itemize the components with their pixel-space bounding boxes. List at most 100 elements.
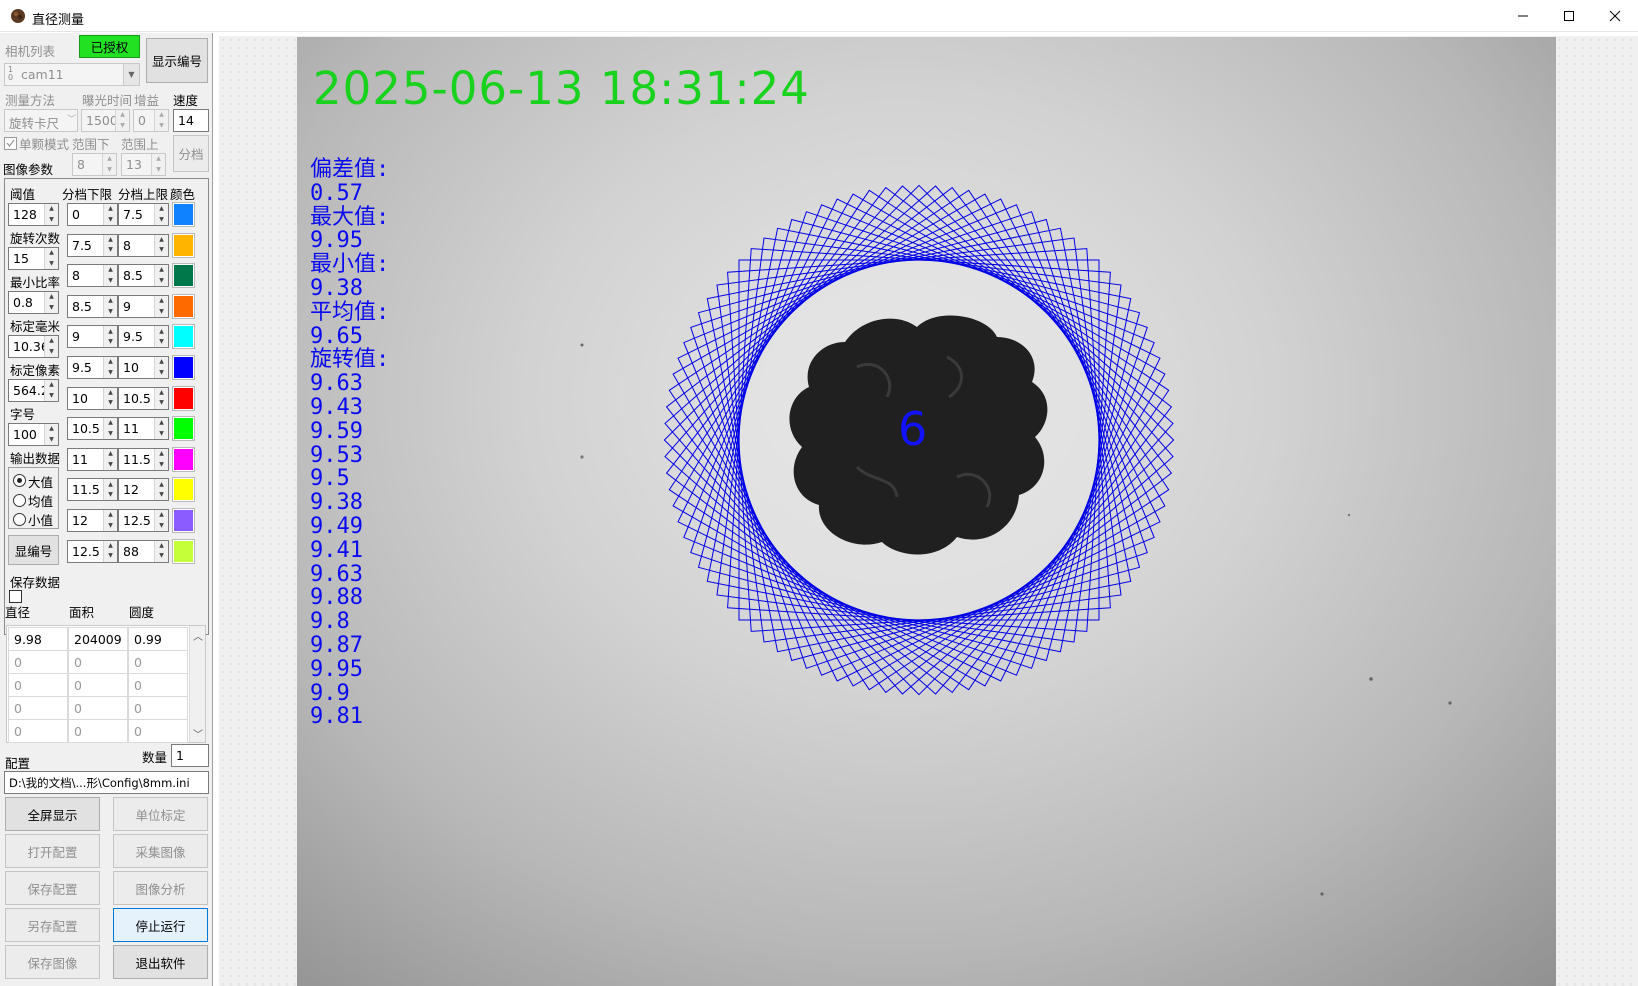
grade-color-swatch[interactable] [172,355,195,380]
exit-button[interactable]: 退出软件 [113,945,208,979]
min-ratio-input[interactable]: 0.8 ▲ ▼ [8,291,59,314]
range-low-spinner[interactable]: ▲ ▼ [102,154,116,175]
grade-lower-input-spinner[interactable]: ▲ ▼ [103,326,117,348]
camera-image[interactable] [297,37,1556,986]
grade-lower-input[interactable]: 8 ▲ ▼ [67,264,118,288]
single-mode-checkbox[interactable] [4,137,17,150]
capture-image-button[interactable]: 采集图像 [113,834,208,868]
result-cell[interactable]: 0 [68,650,128,674]
calib-px-input[interactable]: 564.2 ▲ ▼ [8,379,59,402]
grade-color-swatch[interactable] [172,508,195,533]
grade-lower-input[interactable]: 11 ▲ ▼ [67,447,118,471]
grade-lower-input[interactable]: 10.5 ▲ ▼ [67,417,118,441]
grade-upper-input[interactable]: 12 ▲ ▼ [118,478,169,502]
unit-calibration-button[interactable]: 单位标定 [113,797,208,831]
scroll-down-icon[interactable]: ﹀ [193,726,203,741]
result-cell[interactable]: 204009 [68,627,128,651]
grade-lower-input-spinner[interactable]: ▲ ▼ [103,387,117,409]
result-cell[interactable]: 0 [128,673,188,697]
grade-upper-input[interactable]: 12.5 ▲ ▼ [118,509,169,532]
exposure-input[interactable]: 1500 ▲ ▼ [81,109,130,132]
save-image-button[interactable]: 保存图像 [5,945,100,979]
grade-lower-input[interactable]: 7.5 ▲ ▼ [67,233,118,257]
radio-avg[interactable] [13,494,26,507]
font-size-input[interactable]: 100 ▲ ▼ [8,423,59,446]
radio-max[interactable] [13,474,26,487]
grade-upper-input-spinner[interactable]: ▲ ▼ [154,387,168,409]
grade-lower-input[interactable]: 8.5 ▲ ▼ [67,294,118,318]
stop-run-button[interactable]: 停止运行 [113,908,208,942]
threshold-input[interactable]: 128 ▲ ▼ [8,203,59,226]
grade-upper-input[interactable]: 9.5 ▲ ▼ [118,325,169,349]
grade-upper-input[interactable]: 9 ▲ ▼ [118,294,169,318]
grade-lower-input-spinner[interactable]: ▲ ▼ [103,265,117,287]
grade-color-swatch[interactable] [172,232,195,258]
grade-upper-input-spinner[interactable]: ▲ ▼ [154,448,168,470]
grade-lower-input-spinner[interactable]: ▲ ▼ [103,540,117,562]
grade-lower-input-spinner[interactable]: ▲ ▼ [103,357,117,378]
min-ratio-spinner[interactable]: ▲ ▼ [44,292,58,313]
grade-upper-input-spinner[interactable]: ▲ ▼ [154,295,168,317]
grade-lower-input[interactable]: 12 ▲ ▼ [67,509,118,532]
save-as-config-button[interactable]: 另存配置 [5,908,100,942]
grade-color-swatch[interactable] [172,446,195,472]
result-cell[interactable]: 0 [8,650,68,674]
rotations-spinner[interactable]: ▲ ▼ [44,248,58,269]
result-cell[interactable]: 0 [8,673,68,697]
result-cell[interactable]: 0 [128,650,188,674]
exposure-spinner[interactable]: ▲ ▼ [115,110,129,131]
grade-lower-input[interactable]: 10 ▲ ▼ [67,386,118,410]
grade-upper-input[interactable]: 11.5 ▲ ▼ [118,447,169,471]
grade-color-swatch[interactable] [172,477,195,503]
open-config-button[interactable]: 打开配置 [5,834,100,868]
grade-upper-input-spinner[interactable]: ▲ ▼ [154,418,168,440]
grade-upper-input-spinner[interactable]: ▲ ▼ [154,510,168,531]
grade-upper-input[interactable]: 10 ▲ ▼ [118,356,169,379]
grade-lower-input[interactable]: 9 ▲ ▼ [67,325,118,349]
grade-upper-input-spinner[interactable]: ▲ ▼ [154,265,168,287]
grade-color-swatch[interactable] [172,538,195,564]
save-config-button[interactable]: 保存配置 [5,871,100,905]
grade-lower-input-spinner[interactable]: ▲ ▼ [103,479,117,501]
result-cell[interactable]: 9.98 [8,627,68,651]
scroll-up-icon[interactable]: ︿ [193,628,203,643]
grade-upper-input[interactable]: 8.5 ▲ ▼ [118,264,169,288]
range-high-spinner[interactable]: ▲ ▼ [151,154,165,175]
grade-upper-input[interactable]: 11 ▲ ▼ [118,417,169,441]
result-cell[interactable]: 0 [68,719,128,743]
result-cell[interactable]: 0 [8,696,68,720]
grade-lower-input[interactable]: 11.5 ▲ ▼ [67,478,118,502]
minimize-button[interactable] [1500,0,1546,32]
gain-spinner[interactable]: ▲ ▼ [154,110,168,131]
result-cell[interactable]: 0 [128,696,188,720]
grade-upper-input[interactable]: 7.5 ▲ ▼ [118,203,169,226]
grade-lower-input-spinner[interactable]: ▲ ▼ [103,234,117,256]
count-input[interactable]: 1 [171,744,209,767]
close-button[interactable] [1592,0,1638,32]
maximize-button[interactable] [1546,0,1592,32]
rotations-input[interactable]: 15 ▲ ▼ [8,247,59,270]
gain-input[interactable]: 0 ▲ ▼ [133,109,169,132]
image-analysis-button[interactable]: 图像分析 [113,871,208,905]
radio-min[interactable] [13,513,26,526]
grade-upper-input-spinner[interactable]: ▲ ▼ [154,234,168,256]
result-cell[interactable]: 0.99 [128,627,188,651]
range-low-input[interactable]: 8 ▲ ▼ [72,153,117,176]
range-high-input[interactable]: 13 ▲ ▼ [121,153,166,176]
show-number-button[interactable]: 显示编号 [146,38,208,83]
grade-lower-input-spinner[interactable]: ▲ ▼ [103,295,117,317]
font-size-spinner[interactable]: ▲ ▼ [44,424,58,445]
calib-mm-spinner[interactable]: ▲ ▼ [44,336,58,357]
grade-upper-input[interactable]: 88 ▲ ▼ [118,539,169,563]
grade-upper-input-spinner[interactable]: ▲ ▼ [154,204,168,225]
grade-color-swatch[interactable] [172,202,195,227]
grade-button[interactable]: 分档 [173,135,209,172]
results-scrollbar[interactable]: ︿ ﹀ [189,626,205,742]
grade-upper-input[interactable]: 10.5 ▲ ▼ [118,386,169,410]
grade-lower-input-spinner[interactable]: ▲ ▼ [103,204,117,225]
result-cell[interactable]: 0 [68,673,128,697]
grade-lower-input-spinner[interactable]: ▲ ▼ [103,418,117,440]
camera-select[interactable]: 10 cam11 ▼ [4,63,140,86]
grade-lower-input[interactable]: 0 ▲ ▼ [67,203,118,226]
grade-color-swatch[interactable] [172,293,195,319]
